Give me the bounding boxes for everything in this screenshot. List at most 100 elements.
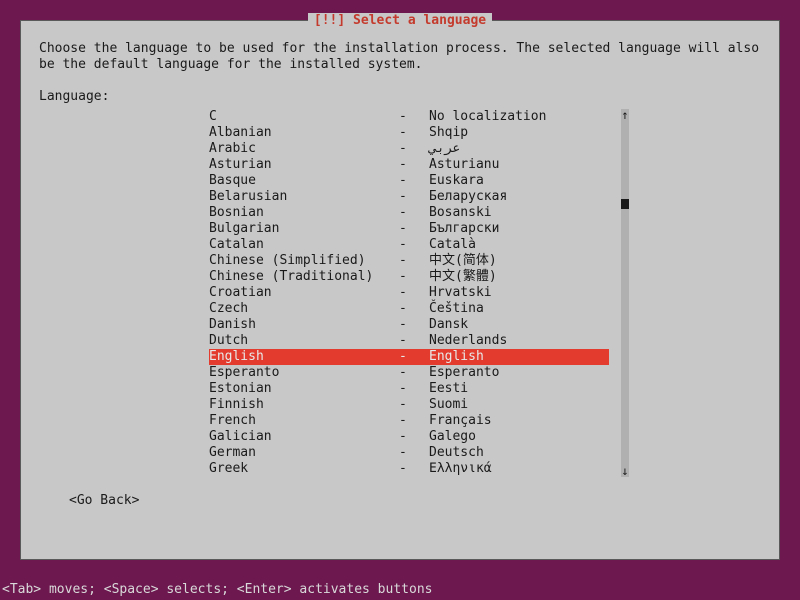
language-name: Estonian [209, 381, 399, 397]
language-native: Bosanski [429, 205, 609, 221]
language-native: Shqip [429, 125, 609, 141]
language-option[interactable]: German-Deutsch [209, 445, 609, 461]
language-name: Catalan [209, 237, 399, 253]
language-native: Български [429, 221, 609, 237]
separator: - [399, 381, 429, 397]
separator: - [399, 397, 429, 413]
language-native: Euskara [429, 173, 609, 189]
language-native: Asturianu [429, 157, 609, 173]
language-native: Беларуская [429, 189, 609, 205]
separator: - [399, 269, 429, 285]
language-option[interactable]: Asturian-Asturianu [209, 157, 609, 173]
language-native: Eesti [429, 381, 609, 397]
language-native: No localization [429, 109, 609, 125]
language-option[interactable]: Esperanto-Esperanto [209, 365, 609, 381]
separator: - [399, 413, 429, 429]
language-select-dialog: [!!] Select a language Choose the langua… [20, 20, 780, 560]
language-native: Čeština [429, 301, 609, 317]
language-name: Czech [209, 301, 399, 317]
scroll-thumb[interactable] [621, 199, 629, 209]
language-name: Asturian [209, 157, 399, 173]
language-option[interactable]: Croatian-Hrvatski [209, 285, 609, 301]
language-name: C [209, 109, 399, 125]
language-option[interactable]: Chinese (Traditional)-中文(繁體) [209, 269, 609, 285]
separator: - [399, 237, 429, 253]
separator: - [399, 317, 429, 333]
separator: - [399, 365, 429, 381]
separator: - [399, 173, 429, 189]
language-name: Belarusian [209, 189, 399, 205]
go-back-button[interactable]: <Go Back> [69, 493, 139, 509]
language-name: Finnish [209, 397, 399, 413]
language-label: Language: [39, 89, 761, 105]
separator: - [399, 301, 429, 317]
language-native: 中文(简体) [429, 253, 609, 269]
footer-help-text: <Tab> moves; <Space> selects; <Enter> ac… [2, 582, 432, 598]
scrollbar[interactable]: ↑ ↓ [621, 109, 629, 477]
language-name: Croatian [209, 285, 399, 301]
language-name: Chinese (Traditional) [209, 269, 399, 285]
separator: - [399, 445, 429, 461]
language-option[interactable]: Basque-Euskara [209, 173, 609, 189]
language-name: English [209, 349, 399, 365]
language-name: German [209, 445, 399, 461]
separator: - [399, 189, 429, 205]
language-name: Greek [209, 461, 399, 477]
separator: - [399, 109, 429, 125]
language-name: Bosnian [209, 205, 399, 221]
language-native: Français [429, 413, 609, 429]
language-option[interactable]: Chinese (Simplified)-中文(简体) [209, 253, 609, 269]
language-name: Chinese (Simplified) [209, 253, 399, 269]
language-name: Albanian [209, 125, 399, 141]
language-name: Galician [209, 429, 399, 445]
separator: - [399, 157, 429, 173]
scroll-up-icon[interactable]: ↑ [621, 109, 628, 121]
language-option[interactable]: Bosnian-Bosanski [209, 205, 609, 221]
language-native: Dansk [429, 317, 609, 333]
language-native: Deutsch [429, 445, 609, 461]
language-name: Arabic [209, 141, 399, 157]
language-native: Català [429, 237, 609, 253]
separator: - [399, 285, 429, 301]
language-option[interactable]: Dutch-Nederlands [209, 333, 609, 349]
language-option[interactable]: Estonian-Eesti [209, 381, 609, 397]
language-option[interactable]: English-English [209, 349, 609, 365]
language-option[interactable]: Finnish-Suomi [209, 397, 609, 413]
scroll-down-icon[interactable]: ↓ [621, 465, 628, 477]
language-option[interactable]: Albanian-Shqip [209, 125, 609, 141]
language-native: Nederlands [429, 333, 609, 349]
language-native: Ελληνικά [429, 461, 609, 477]
language-native: English [429, 349, 609, 365]
language-option[interactable]: French-Français [209, 413, 609, 429]
separator: - [399, 205, 429, 221]
language-option[interactable]: Galician-Galego [209, 429, 609, 445]
dialog-instruction: Choose the language to be used for the i… [39, 41, 761, 73]
language-name: Esperanto [209, 365, 399, 381]
language-native: عربي [429, 141, 609, 157]
separator: - [399, 253, 429, 269]
separator: - [399, 429, 429, 445]
language-option[interactable]: Arabic-عربي [209, 141, 609, 157]
language-native: Suomi [429, 397, 609, 413]
scroll-track[interactable] [621, 121, 629, 465]
language-option[interactable]: C-No localization [209, 109, 609, 125]
separator: - [399, 349, 429, 365]
language-name: Basque [209, 173, 399, 189]
language-name: Danish [209, 317, 399, 333]
language-native: Hrvatski [429, 285, 609, 301]
separator: - [399, 461, 429, 477]
separator: - [399, 333, 429, 349]
language-name: French [209, 413, 399, 429]
language-option[interactable]: Belarusian-Беларуская [209, 189, 609, 205]
separator: - [399, 141, 429, 157]
language-option[interactable]: Bulgarian-Български [209, 221, 609, 237]
language-option[interactable]: Greek-Ελληνικά [209, 461, 609, 477]
separator: - [399, 221, 429, 237]
language-native: Galego [429, 429, 609, 445]
language-name: Dutch [209, 333, 399, 349]
language-option[interactable]: Danish-Dansk [209, 317, 609, 333]
language-list[interactable]: C-No localizationAlbanian-ShqipArabic-عر… [209, 109, 609, 477]
language-option[interactable]: Czech-Čeština [209, 301, 609, 317]
language-option[interactable]: Catalan-Català [209, 237, 609, 253]
language-native: 中文(繁體) [429, 269, 609, 285]
